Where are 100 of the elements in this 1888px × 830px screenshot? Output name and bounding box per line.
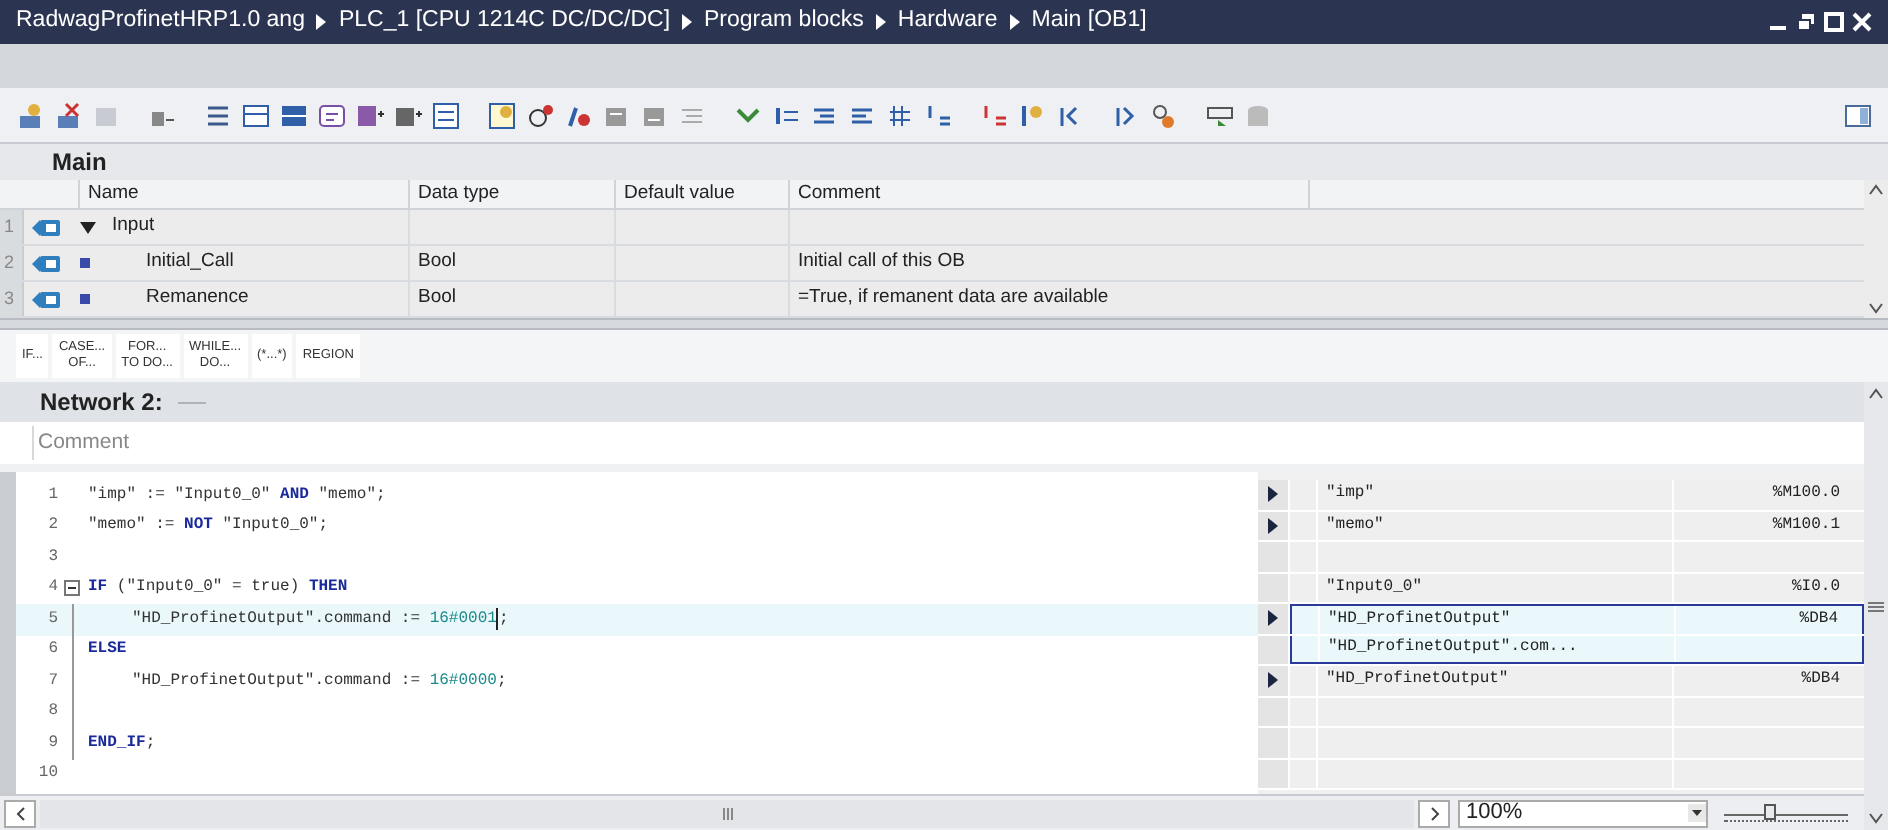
operand-address: %M100.1 [1772, 513, 1840, 538]
parameter-name: Remanence [144, 284, 249, 313]
maximize-icon[interactable] [1824, 12, 1844, 32]
operand-address: %DB4 [1799, 607, 1838, 632]
toolbar-icon[interactable] [526, 101, 554, 129]
code-line[interactable]: ELSE [84, 638, 127, 663]
toolbar-icon[interactable] [280, 101, 308, 129]
code-line[interactable]: "memo" := NOT "Input0_0"; [84, 514, 329, 539]
member-square-icon [80, 294, 90, 304]
line-number: 6 [48, 638, 58, 663]
scroll-down-icon[interactable] [1868, 302, 1884, 314]
close-icon[interactable] [1852, 12, 1872, 32]
chevron-right-icon [1429, 805, 1439, 821]
expand-arrow-icon[interactable] [1268, 610, 1278, 627]
dropdown-caret-icon[interactable] [1688, 804, 1706, 822]
toolbar-icon[interactable] [242, 101, 270, 129]
column-header[interactable]: Comment [798, 179, 881, 209]
breadcrumb-item[interactable]: RadwagProfinetHRP1.0 ang [16, 4, 305, 40]
parameter-name: Input [112, 212, 155, 241]
line-number: 10 [38, 762, 58, 787]
operand-address: %I0.0 [1791, 575, 1840, 600]
network-title: Network 2: [40, 386, 163, 420]
input-parameter-icon [32, 289, 60, 309]
toolbar-icon[interactable] [318, 101, 346, 129]
comment-field[interactable]: Comment [32, 426, 1832, 460]
parameter-comment: Initial call of this OB [798, 248, 965, 277]
toolbar-icon[interactable] [204, 101, 232, 129]
code-line[interactable]: END_IF; [84, 731, 156, 756]
line-number: 8 [48, 700, 58, 725]
breadcrumb-item[interactable]: Main [OB1] [1031, 4, 1147, 40]
row-gutter[interactable] [1258, 604, 1290, 633]
scroll-right-button[interactable] [1418, 799, 1450, 827]
line-number: 5 [48, 607, 58, 632]
horizontal-scrollbar[interactable] [40, 799, 1414, 827]
breadcrumb-item[interactable]: Hardware [897, 4, 998, 40]
parameter-comment: =True, if remanent data are available [798, 284, 1109, 313]
input-parameter-icon [32, 253, 60, 273]
column-header[interactable]: Default value [624, 179, 735, 209]
scroll-left-button[interactable] [4, 799, 36, 827]
line-number: 9 [48, 731, 58, 756]
code-line[interactable]: IF ("Input0_0" = true) THEN [84, 576, 348, 601]
breadcrumb-item[interactable]: Program blocks [704, 4, 864, 40]
restore-icon[interactable] [1796, 12, 1816, 32]
row-gutter[interactable] [1258, 511, 1290, 540]
parameter-name: Initial_Call [144, 248, 234, 277]
member-square-icon [80, 258, 90, 268]
operand-name: "HD_ProfinetOutput" [1328, 607, 1511, 632]
operand-address: %M100.0 [1772, 482, 1840, 507]
code-line[interactable]: "HD_ProfinetOutput".command := 16#0001; [84, 607, 509, 632]
data-type: Bool [418, 284, 457, 313]
line-number: 1 [48, 483, 58, 508]
row-number: 2 [4, 249, 15, 276]
line-number: 7 [48, 669, 58, 694]
toolbar-icon[interactable] [1150, 101, 1178, 129]
toolbar-icon[interactable] [432, 101, 460, 129]
fold-toggle-icon[interactable] [64, 580, 80, 597]
breadcrumb-arrow-icon [875, 14, 886, 30]
toolbar-icon[interactable] [488, 101, 516, 129]
toolbar-icon[interactable] [1112, 101, 1140, 129]
panel-icon[interactable] [1844, 101, 1872, 129]
operand-name: "Input0_0" [1326, 575, 1423, 600]
scroll-down-icon[interactable] [1868, 812, 1884, 824]
operand-name: "imp" [1326, 482, 1375, 507]
toolbar-icon[interactable] [886, 101, 914, 129]
breadcrumb-arrow-icon [316, 14, 327, 30]
toolbar-icon[interactable] [924, 101, 952, 129]
toolbar-icon[interactable] [564, 101, 592, 129]
code-line[interactable]: "HD_ProfinetOutput".command := 16#0000; [84, 669, 507, 694]
code-line[interactable]: "imp" := "Input0_0" AND "memo"; [84, 483, 386, 508]
line-number: 2 [48, 514, 58, 539]
scroll-up-icon[interactable] [1868, 184, 1884, 196]
column-header[interactable]: Data type [418, 179, 500, 209]
operand-name: "memo" [1326, 513, 1384, 538]
toolbar-icon[interactable] [356, 101, 384, 129]
block-interface-title: Main [52, 146, 107, 180]
row-number: 1 [4, 213, 15, 240]
line-number: 4 [48, 576, 58, 601]
column-header[interactable]: Name [88, 179, 139, 209]
toolbar-icon[interactable] [1018, 101, 1046, 129]
scrollbar-grip-icon[interactable] [1868, 601, 1884, 611]
collapse-arrow-icon[interactable] [80, 219, 96, 235]
breadcrumb-item[interactable]: PLC_1 [CPU 1214C DC/DC/DC] [338, 4, 671, 40]
chevron-left-icon [15, 805, 25, 821]
zoom-slider[interactable] [1724, 801, 1848, 825]
toolbar-icon[interactable] [1206, 101, 1234, 129]
row-number: 3 [4, 285, 15, 312]
operand-address: %DB4 [1801, 668, 1840, 693]
row-gutter[interactable] [1258, 480, 1290, 509]
operand-name: "HD_ProfinetOutput".com... [1328, 636, 1578, 661]
breadcrumb-arrow-icon [682, 14, 693, 30]
row-gutter[interactable] [1258, 666, 1290, 695]
grip-icon [721, 807, 733, 819]
scroll-up-icon[interactable] [1868, 388, 1884, 400]
expand-arrow-icon[interactable] [1268, 672, 1278, 689]
data-type: Bool [418, 248, 457, 277]
input-parameter-icon [32, 217, 60, 237]
operand-name: "HD_ProfinetOutput" [1326, 668, 1509, 693]
line-number: 3 [48, 545, 58, 570]
slider-thumb[interactable] [1763, 803, 1776, 819]
breadcrumb-arrow-icon [1009, 14, 1020, 30]
